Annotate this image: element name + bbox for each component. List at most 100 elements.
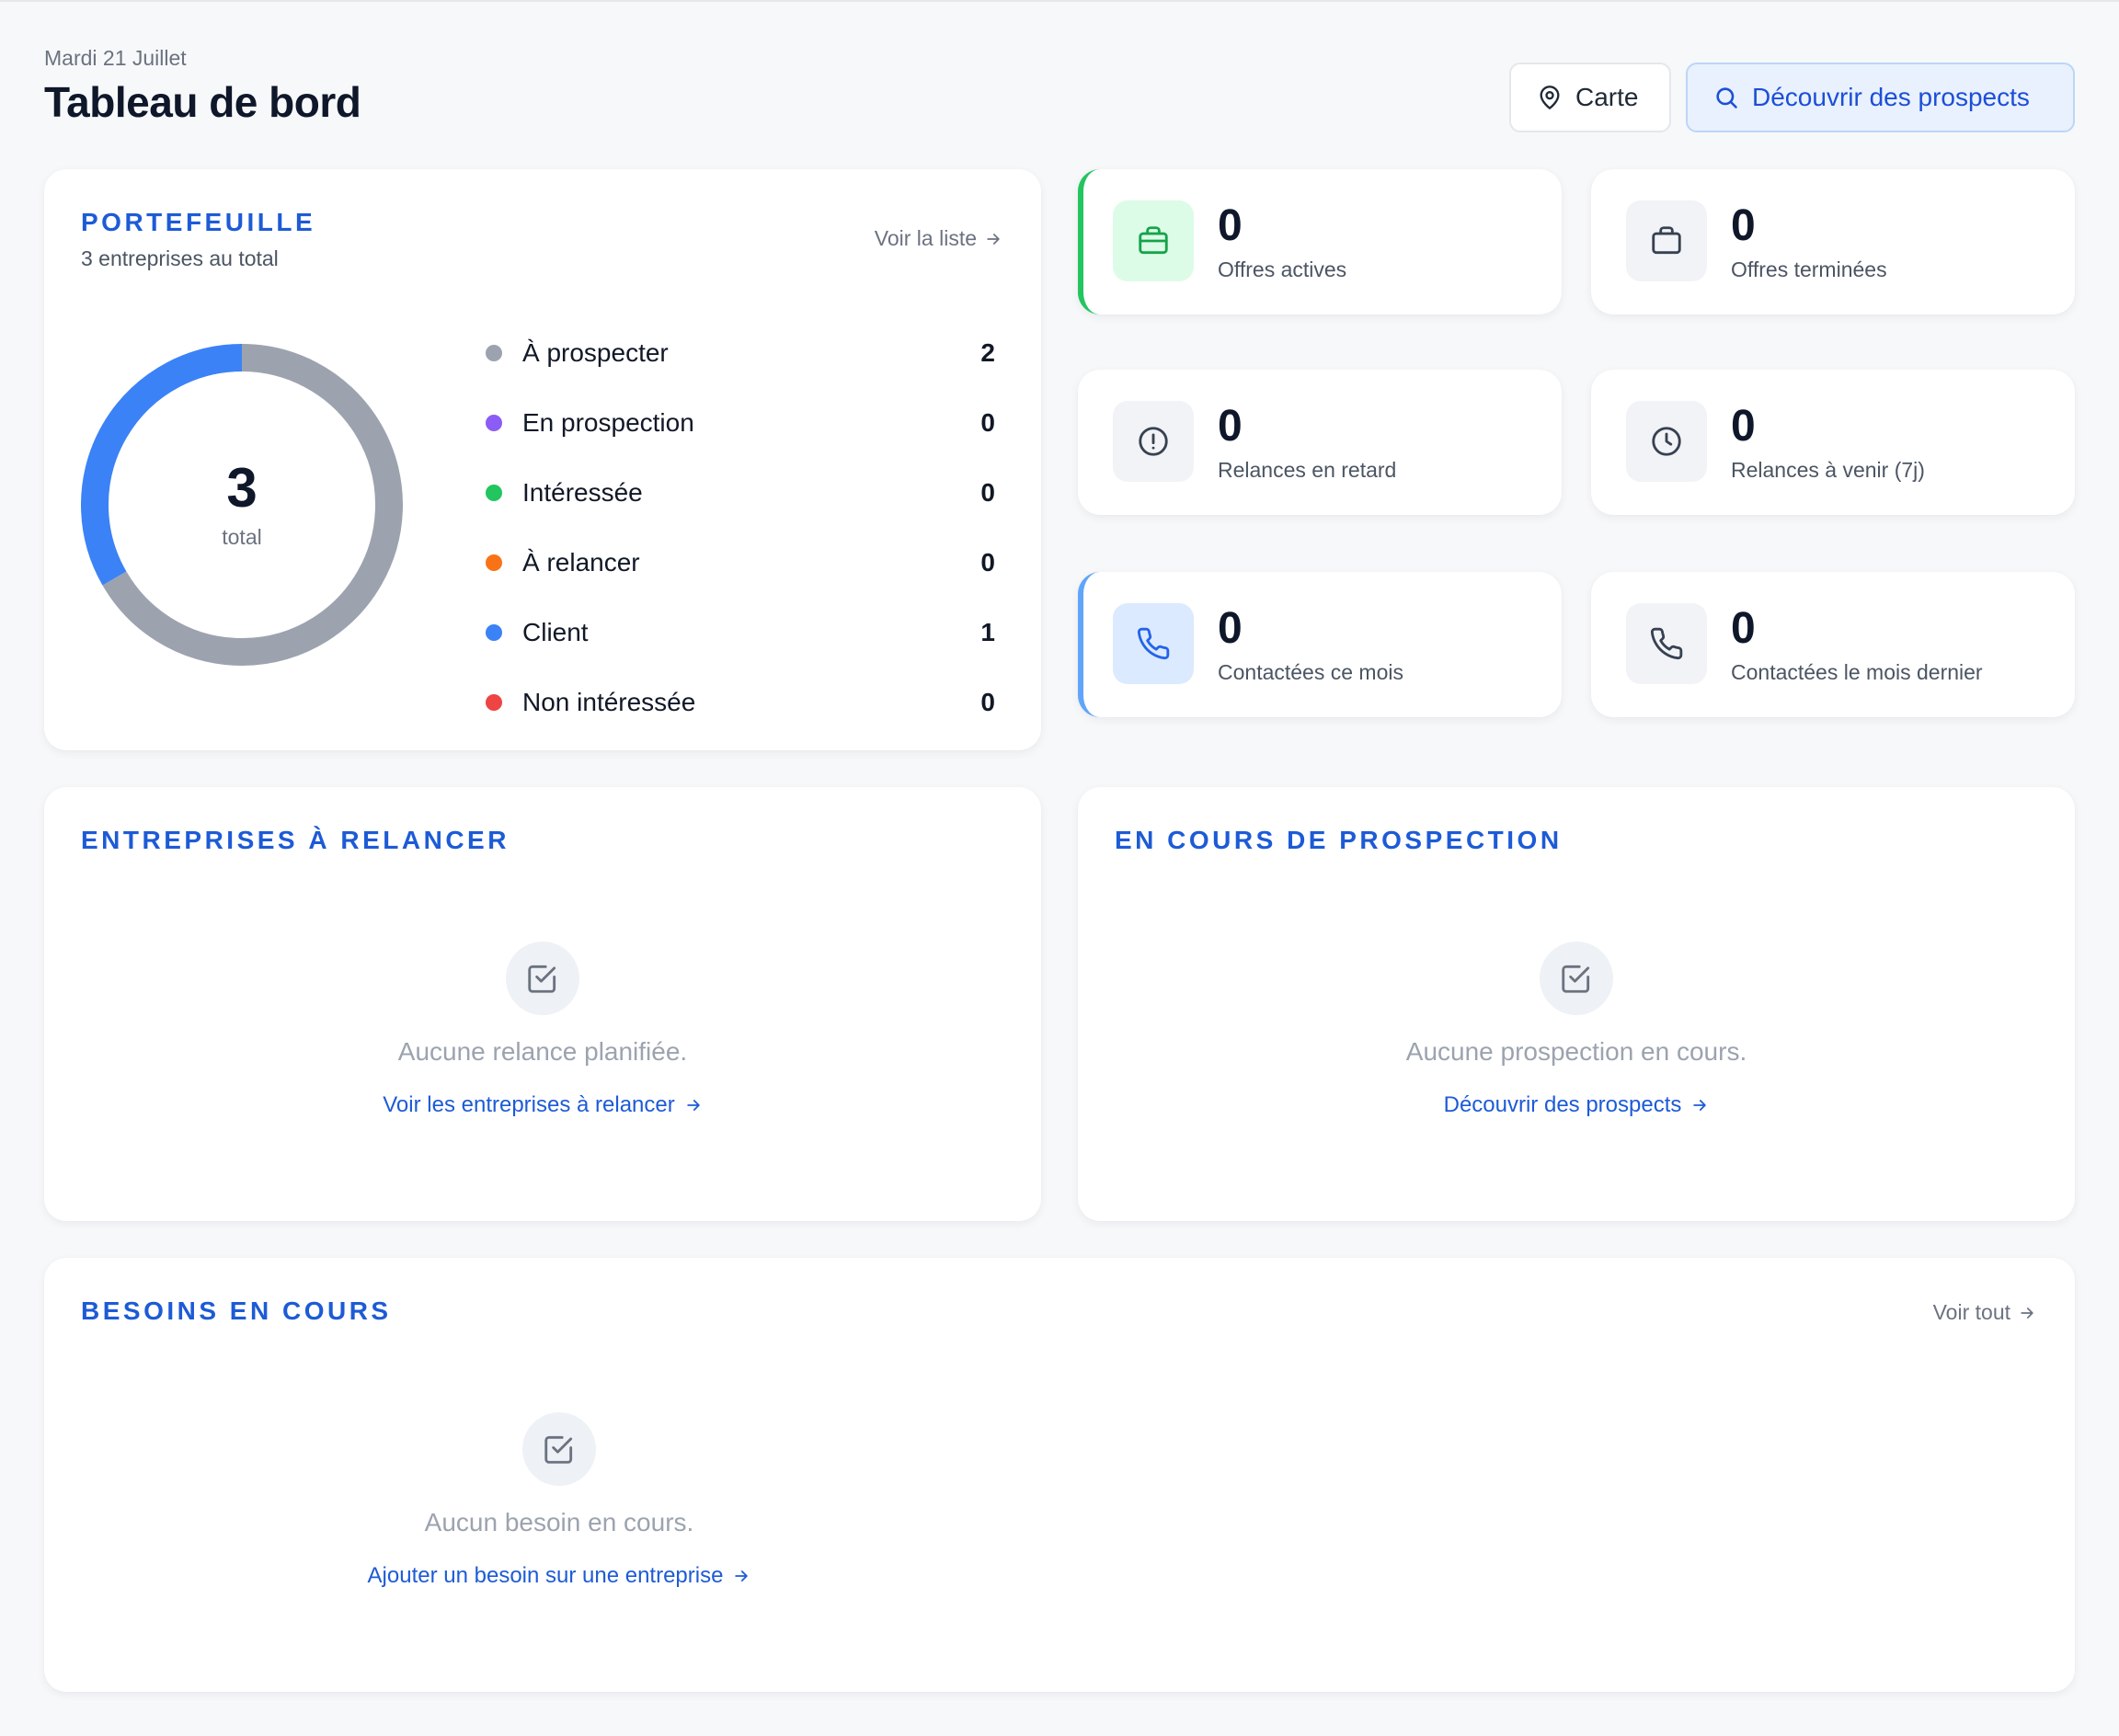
stat-contacted-this-month[interactable]: 0 Contactées ce mois <box>1078 572 1562 717</box>
status-dot <box>486 624 502 641</box>
stat-value: 0 <box>1218 604 1243 653</box>
status-label: Non intéressée <box>522 688 696 716</box>
needs-empty-state: Aucun besoin en cours. Ajouter un besoin… <box>44 1412 1074 1589</box>
page-title: Tableau de bord <box>44 78 361 126</box>
status-count: 1 <box>980 618 995 646</box>
status-label: En prospection <box>522 408 694 437</box>
legend-item: À prospecter 2 <box>478 318 1036 388</box>
arrow-right-icon <box>735 1570 749 1582</box>
add-need-label: Ajouter un besoin sur une entreprise <box>367 1563 724 1588</box>
discover-prospects-button[interactable]: Découvrir des prospects <box>1686 63 2075 132</box>
stat-label: Contactées le mois dernier <box>1731 660 1983 684</box>
legend-item: En prospection 0 <box>478 388 1036 458</box>
stat-label: Relances à venir (7j) <box>1731 458 1925 482</box>
status-label: Intéressée <box>522 478 643 507</box>
status-label: À relancer <box>522 548 640 577</box>
stat-active-offers[interactable]: 0 Offres actives <box>1078 169 1562 314</box>
prospecting-empty-state: Aucune prospection en cours. Découvrir d… <box>1078 942 2075 1118</box>
empty-state-icon-circle <box>1540 942 1613 1015</box>
prospecting-card: EN COURS DE PROSPECTION Aucune prospecti… <box>1078 787 2075 1221</box>
briefcase-icon <box>1139 226 1168 255</box>
prospecting-empty-text: Aucune prospection en cours. <box>1405 1037 1747 1066</box>
status-label: À prospecter <box>522 338 669 367</box>
empty-state-icon-circle <box>506 942 579 1015</box>
status-dot <box>486 345 502 361</box>
stat-icon-box <box>1626 603 1707 684</box>
map-button[interactable]: Carte <box>1509 63 1671 132</box>
see-followups-label: Voir les entreprises à relancer <box>383 1092 675 1117</box>
page-header: Mardi 21 Juillet Tableau de bord Carte D… <box>44 44 2075 136</box>
stat-label: Contactées ce mois <box>1218 660 1403 684</box>
briefcase-icon <box>1652 226 1681 255</box>
add-need-link[interactable]: Ajouter un besoin sur une entreprise <box>368 1563 751 1589</box>
clock-icon <box>1652 427 1681 456</box>
stat-value: 0 <box>1731 402 1756 451</box>
stat-icon-box <box>1113 603 1194 684</box>
status-count: 0 <box>980 408 995 437</box>
discover-prospects-link[interactable]: Découvrir des prospects <box>1444 1092 1710 1118</box>
phone-icon <box>1137 627 1170 660</box>
top-border <box>0 0 2119 2</box>
needs-title: BESOINS EN COURS <box>81 1296 392 1325</box>
followups-empty-state: Aucune relance planifiée. Voir les entre… <box>44 942 1041 1118</box>
stat-icon-box <box>1626 200 1707 281</box>
map-pin-icon <box>1540 86 1560 109</box>
stat-value: 0 <box>1731 604 1756 653</box>
prospecting-title: EN COURS DE PROSPECTION <box>1115 826 1563 854</box>
status-dot <box>486 415 502 431</box>
legend-item: Non intéressée 0 <box>478 668 1036 737</box>
followups-card: ENTREPRISES À RELANCER Aucune relance pl… <box>44 787 1041 1221</box>
stat-label: Offres actives <box>1218 257 1347 281</box>
arrow-right-icon <box>987 233 1000 245</box>
stat-icon-box <box>1113 200 1194 281</box>
stat-value: 0 <box>1218 201 1243 250</box>
portfolio-card: PORTEFEUILLE 3 entreprises au total Voir… <box>44 169 1041 750</box>
discover-prospects-label: Découvrir des prospects <box>1752 83 2030 111</box>
needs-card: BESOINS EN COURS Voir tout Aucun besoin … <box>44 1258 2075 1692</box>
stat-overdue-followups[interactable]: 0 Relances en retard <box>1078 370 1562 515</box>
stat-upcoming-followups[interactable]: 0 Relances à venir (7j) <box>1591 370 2075 515</box>
checkbox-icon <box>1562 965 1590 993</box>
legend-item: À relancer 0 <box>478 528 1036 598</box>
stat-label: Relances en retard <box>1218 458 1397 482</box>
status-count: 2 <box>980 338 995 367</box>
see-all-link[interactable]: Voir tout <box>1933 1300 2036 1325</box>
status-dot <box>486 694 502 711</box>
status-count: 0 <box>980 548 995 577</box>
search-icon <box>1716 87 1737 108</box>
legend-item: Client 1 <box>478 598 1036 668</box>
discover-prospects-link-label: Découvrir des prospects <box>1443 1092 1682 1117</box>
followups-empty-text: Aucune relance planifiée. <box>397 1037 688 1066</box>
status-count: 0 <box>980 478 995 507</box>
status-dot <box>486 554 502 571</box>
see-all-label: Voir tout <box>1932 1300 2010 1324</box>
see-list-label: Voir la liste <box>874 226 977 250</box>
stat-value: 0 <box>1731 201 1756 250</box>
stat-icon-box <box>1626 401 1707 482</box>
arrow-right-icon <box>686 1100 700 1111</box>
status-legend: À prospecter 2 En prospection 0 Intéressée 0 À… <box>478 318 1036 737</box>
see-followups-link[interactable]: Voir les entreprises à relancer <box>383 1092 702 1118</box>
donut-total-label: total <box>222 524 262 549</box>
checkbox-icon <box>544 1435 573 1464</box>
donut-total-value: 3 <box>226 456 258 519</box>
map-button-label: Carte <box>1575 83 1639 111</box>
checkbox-icon <box>528 965 556 993</box>
stat-finished-offers[interactable]: 0 Offres terminées <box>1591 169 2075 314</box>
arrow-right-icon <box>2021 1307 2033 1319</box>
arrow-right-icon <box>1693 1100 1707 1111</box>
portfolio-subtitle: 3 entreprises au total <box>81 246 279 270</box>
status-dot <box>486 485 502 501</box>
stat-contacted-last-month[interactable]: 0 Contactées le mois dernier <box>1591 572 2075 717</box>
stat-icon-box <box>1113 401 1194 482</box>
alert-circle-icon <box>1139 427 1168 456</box>
needs-empty-text: Aucun besoin en cours. <box>424 1508 694 1536</box>
empty-state-icon-circle <box>522 1412 596 1486</box>
see-list-link[interactable]: Voir la liste <box>875 226 1002 251</box>
status-label: Client <box>522 618 589 646</box>
status-count: 0 <box>980 688 995 716</box>
legend-item: Intéressée 0 <box>478 458 1036 528</box>
followups-title: ENTREPRISES À RELANCER <box>81 826 510 854</box>
portfolio-title: PORTEFEUILLE <box>81 208 316 236</box>
current-date: Mardi 21 Juillet <box>44 46 187 70</box>
